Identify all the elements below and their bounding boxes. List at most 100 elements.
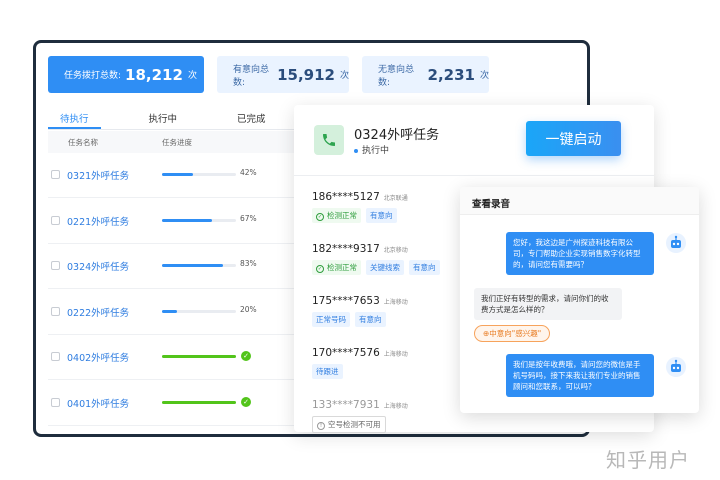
progress-percent: 83% xyxy=(240,259,257,268)
task-name-link[interactable]: 0401外呼任务 xyxy=(67,396,129,410)
phone-number: 186****5127 xyxy=(312,191,380,203)
stat-label: 无意向总数: xyxy=(378,64,415,88)
row-checkbox[interactable] xyxy=(51,306,60,316)
task-tabs: 待执行 执行中 已完成 xyxy=(48,107,314,129)
progress-fill xyxy=(162,264,224,267)
call-tag: 待跟进 xyxy=(312,364,343,379)
chat-bubble-customer: 我们正好有转型的需求，请问你们的收费方式是怎么样的？ xyxy=(474,288,622,320)
stat-not-interested[interactable]: 无意向总数: 2,231 次 xyxy=(362,56,489,93)
call-item[interactable]: 182****9317 北京移动 ✓ 检测正常 关键线索 有意向 xyxy=(312,237,445,285)
check-circle-icon: ✓ xyxy=(241,396,251,407)
call-tag: ✓ 检测正常 xyxy=(312,260,361,275)
chat-bubble-agent: 我们是按年收费哦，请问您的微信是手机号码吗，接下来我让我们专业的销售顾问和您联系… xyxy=(506,354,654,397)
progress-bar xyxy=(162,400,236,404)
phone-number: 133****7931 xyxy=(312,399,380,411)
call-tag-text: 关键线索 xyxy=(370,263,400,272)
tab-pending[interactable]: 待执行 xyxy=(48,107,101,129)
progress-bar xyxy=(162,309,236,313)
status-dot xyxy=(354,148,358,153)
progress-bar xyxy=(162,218,236,222)
robot-icon xyxy=(666,357,686,377)
card-divider xyxy=(294,175,654,176)
call-item[interactable]: 175****7653 上海移动正常号码 有意向 xyxy=(312,289,408,337)
call-tag-text: 待跟进 xyxy=(316,367,339,376)
call-item[interactable]: 170****7576 上海移动 待跟进 xyxy=(312,341,408,389)
progress-bar xyxy=(162,355,236,358)
phone-icon xyxy=(314,125,344,155)
task-name-link[interactable]: 0222外呼任务 xyxy=(67,305,129,319)
info-icon: ! xyxy=(317,422,325,430)
call-tag: 有意向 xyxy=(409,260,440,275)
progress-bar xyxy=(162,264,236,267)
progress-fill xyxy=(162,400,236,404)
header-task-name: 任务名称 xyxy=(68,138,98,147)
progress-percent: 42% xyxy=(240,168,257,177)
task-name-link[interactable]: 0402外呼任务 xyxy=(67,350,129,364)
stat-interested[interactable]: 有意向总数: 15,912 次 xyxy=(217,56,349,93)
call-tag-text: 有意向 xyxy=(370,211,393,220)
row-checkbox[interactable] xyxy=(51,215,60,225)
carrier-label: 上海移动 xyxy=(383,351,408,358)
chat-bubble-agent: 您好，我这边是广州探迹科技有限公司，专门帮助企业实现销售数字化转型的，请问您有需… xyxy=(506,232,654,275)
stat-unit: 次 xyxy=(187,71,197,81)
stat-total-calls[interactable]: 任务拨打总数: 18,212 次 xyxy=(48,56,204,93)
task-status-text: 执行中 xyxy=(362,146,390,156)
check-icon: ✓ xyxy=(316,265,324,273)
task-name-link[interactable]: 0221外呼任务 xyxy=(67,214,129,228)
call-tags: 待跟进 xyxy=(312,364,408,379)
call-tag-text: 检测正常 xyxy=(327,211,357,220)
stat-value: 2,231 xyxy=(427,65,475,84)
one-click-start-button[interactable]: 一键启动 xyxy=(526,121,621,156)
row-checkbox[interactable] xyxy=(51,397,60,407)
recording-panel: 查看录音 您好，我这边是广州探迹科技有限公司，专门帮助企业实现销售数字化转型的，… xyxy=(460,187,699,413)
call-tag-text: 正常号码 xyxy=(316,315,346,324)
progress-fill xyxy=(162,218,212,222)
progress-fill xyxy=(162,355,236,358)
row-checkbox[interactable] xyxy=(51,170,60,179)
call-tag: 有意向 xyxy=(355,312,386,327)
stat-value: 15,912 xyxy=(277,65,335,84)
stat-label: 任务拨打总数: xyxy=(64,71,122,81)
recording-title: 查看录音 xyxy=(460,187,699,215)
call-item[interactable]: 133****7931 上海移动! 空号检测不可用 xyxy=(312,393,408,441)
tab-completed[interactable]: 已完成 xyxy=(225,107,278,129)
call-tags: ! 空号检测不可用 xyxy=(312,416,408,433)
screenshot-root: 任务拨打总数: 18,212 次 有意向总数: 15,912 次 无意向总数: … xyxy=(0,0,720,480)
intent-tag: ⊕中意向"感兴趣" xyxy=(474,325,551,342)
header-task-progress: 任务进度 xyxy=(162,138,192,147)
stat-unit: 次 xyxy=(479,71,489,81)
call-tags: ✓ 检测正常 关键线索 有意向 xyxy=(312,260,445,275)
progress-percent: 20% xyxy=(240,304,257,314)
check-icon: ✓ xyxy=(316,213,324,221)
call-tag: 有意向 xyxy=(366,208,397,223)
call-tag-text: 有意向 xyxy=(413,263,436,272)
progress-bar xyxy=(162,173,236,176)
call-tag-text: 空号检测不可用 xyxy=(328,420,381,429)
task-title: 0324外呼任务 xyxy=(354,128,440,143)
task-name-link[interactable]: 0321外呼任务 xyxy=(67,168,129,182)
call-tag: ✓ 检测正常 xyxy=(312,208,361,223)
call-item[interactable]: 186****5127 北京联通 ✓ 检测正常 有意向 xyxy=(312,185,408,233)
stat-label: 有意向总数: xyxy=(233,64,270,88)
row-checkbox[interactable] xyxy=(51,261,60,270)
call-tag: 正常号码 xyxy=(312,312,350,327)
stat-value: 18,212 xyxy=(125,65,183,84)
tab-running[interactable]: 执行中 xyxy=(137,107,190,129)
robot-icon xyxy=(666,233,686,253)
phone-number: 175****7653 xyxy=(312,295,380,307)
call-tags: ✓ 检测正常 有意向 xyxy=(312,208,408,223)
carrier-label: 上海移动 xyxy=(383,299,408,306)
call-tag-text: 检测正常 xyxy=(327,263,357,272)
row-checkbox[interactable] xyxy=(51,352,60,361)
watermark: 知乎用户 xyxy=(606,448,690,472)
stat-unit: 次 xyxy=(339,71,349,81)
call-tag: ! 空号检测不可用 xyxy=(312,416,386,433)
progress-fill xyxy=(162,309,177,313)
call-tag: 关键线索 xyxy=(366,260,404,275)
call-tags: 正常号码 有意向 xyxy=(312,312,408,327)
phone-number: 182****9317 xyxy=(312,243,380,255)
progress-fill xyxy=(162,173,194,176)
carrier-label: 北京联通 xyxy=(383,195,408,202)
task-name-link[interactable]: 0324外呼任务 xyxy=(67,259,129,273)
progress-percent: 67% xyxy=(240,213,257,223)
